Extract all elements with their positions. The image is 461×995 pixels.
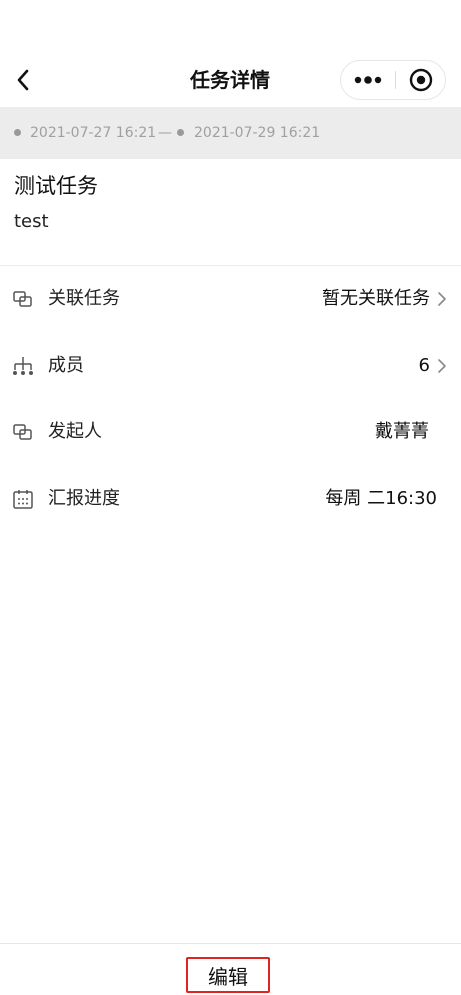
bottom-divider bbox=[0, 943, 461, 944]
chevron-right-icon bbox=[438, 292, 446, 306]
report-progress-value: 每周 二16:30 bbox=[325, 488, 437, 509]
date-separator: — bbox=[158, 125, 172, 141]
nav-bar: 任务详情 bbox=[0, 0, 461, 105]
initiator-value: 戴菁菁 bbox=[375, 421, 429, 442]
edit-button[interactable]: 编辑 bbox=[186, 957, 270, 993]
target-circle-icon bbox=[409, 68, 433, 92]
members-count: 6 bbox=[418, 355, 430, 376]
end-date: 2021-07-29 16:21 bbox=[194, 125, 321, 141]
calendar-icon bbox=[13, 490, 33, 509]
end-dot-icon bbox=[177, 129, 184, 136]
related-tasks-row[interactable]: 关联任务 暂无关联任务 bbox=[0, 274, 461, 324]
back-button[interactable] bbox=[6, 62, 40, 98]
start-date: 2021-07-27 16:21 bbox=[30, 125, 157, 141]
related-tasks-label: 关联任务 bbox=[48, 288, 120, 309]
report-progress-label: 汇报进度 bbox=[48, 488, 120, 509]
mini-program-capsule bbox=[340, 60, 446, 100]
members-label: 成员 bbox=[48, 355, 84, 376]
more-button[interactable] bbox=[341, 61, 395, 99]
more-dots-icon bbox=[354, 76, 382, 84]
related-tasks-value: 暂无关联任务 bbox=[322, 288, 430, 309]
linked-squares-icon bbox=[13, 424, 32, 440]
capsule-divider bbox=[395, 71, 396, 89]
page-title: 任务详情 bbox=[190, 68, 270, 92]
chevron-left-icon bbox=[17, 69, 29, 91]
members-row[interactable]: 成员 6 bbox=[0, 341, 461, 391]
start-dot-icon bbox=[14, 129, 21, 136]
date-range-bar: 2021-07-27 16:21 — 2021-07-29 16:21 bbox=[0, 107, 461, 159]
initiator-row: 发起人 戴菁菁 bbox=[0, 407, 461, 457]
task-description: test bbox=[14, 211, 49, 232]
close-button[interactable] bbox=[397, 61, 445, 99]
linked-squares-icon bbox=[13, 291, 32, 307]
org-tree-icon bbox=[13, 357, 33, 375]
chevron-right-icon bbox=[438, 359, 446, 373]
section-divider bbox=[0, 265, 461, 266]
task-title: 测试任务 bbox=[14, 174, 98, 198]
initiator-label: 发起人 bbox=[48, 421, 102, 442]
report-progress-row[interactable]: 汇报进度 每周 二16:30 bbox=[0, 474, 461, 524]
